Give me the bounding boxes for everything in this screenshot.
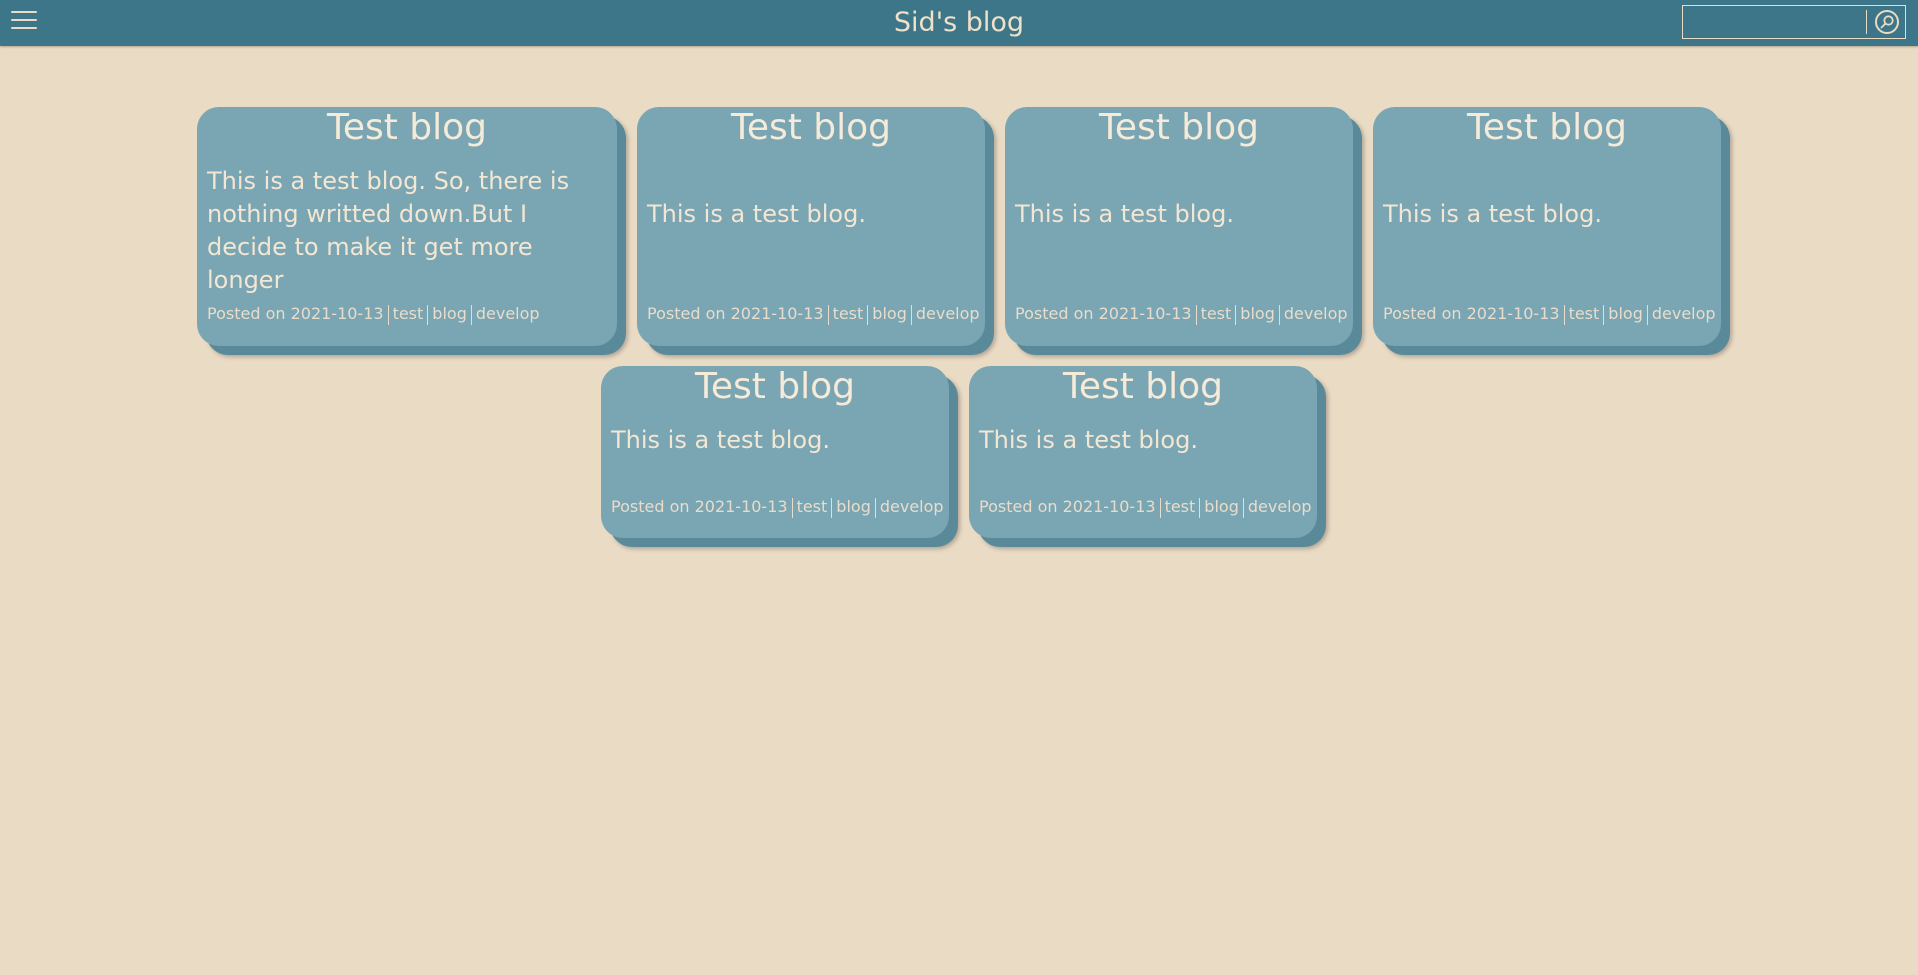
- post-card[interactable]: Test blog This is a test blog. Posted on…: [969, 366, 1317, 538]
- post-excerpt: This is a test blog.: [647, 200, 866, 228]
- tag-link[interactable]: blog: [432, 304, 467, 323]
- post-meta: Posted on 2021-10-13 test blog develop: [1383, 304, 1716, 325]
- post-card[interactable]: Test blog This is a test blog. Posted on…: [601, 366, 949, 538]
- post-title[interactable]: Test blog: [1383, 107, 1711, 149]
- post-title[interactable]: Test blog: [979, 366, 1307, 408]
- post-excerpt: This is a test blog.: [1383, 200, 1602, 228]
- tag-link[interactable]: develop: [916, 304, 980, 323]
- post-date: Posted on 2021-10-13: [1015, 304, 1192, 323]
- post-date: Posted on 2021-10-13: [1383, 304, 1560, 323]
- post-date: Posted on 2021-10-13: [611, 497, 788, 516]
- post-meta: Posted on 2021-10-13 test blog develop: [611, 497, 944, 518]
- tag-link[interactable]: develop: [1652, 304, 1716, 323]
- tag-link[interactable]: test: [1201, 304, 1232, 323]
- tag-link[interactable]: develop: [880, 497, 944, 516]
- post-card[interactable]: Test blog This is a test blog. Posted on…: [1373, 107, 1721, 346]
- tag-link[interactable]: develop: [476, 304, 540, 323]
- tag-link[interactable]: blog: [1204, 497, 1239, 516]
- tag-link[interactable]: develop: [1248, 497, 1312, 516]
- tag-link[interactable]: test: [1165, 497, 1196, 516]
- tag-link[interactable]: test: [833, 304, 864, 323]
- post-meta: Posted on 2021-10-13 test blog develop: [1015, 304, 1348, 325]
- tag-link[interactable]: develop: [1284, 304, 1348, 323]
- post-card[interactable]: Test blog This is a test blog. Posted on…: [637, 107, 985, 346]
- post-meta: Posted on 2021-10-13 test blog develop: [207, 304, 540, 325]
- post-card[interactable]: Test blog This is a test blog. Posted on…: [1005, 107, 1353, 346]
- tag-link[interactable]: blog: [836, 497, 871, 516]
- post-meta: Posted on 2021-10-13 test blog develop: [647, 304, 980, 325]
- post-meta: Posted on 2021-10-13 test blog develop: [979, 497, 1312, 518]
- post-excerpt: This is a test blog. So, there is nothin…: [207, 167, 570, 294]
- post-card[interactable]: Test blog This is a test blog. So, there…: [197, 107, 617, 346]
- post-title[interactable]: Test blog: [207, 107, 607, 149]
- tag-link[interactable]: test: [393, 304, 424, 323]
- tag-link[interactable]: blog: [872, 304, 907, 323]
- tag-link[interactable]: test: [797, 497, 828, 516]
- post-excerpt: This is a test blog.: [1015, 200, 1234, 228]
- post-date: Posted on 2021-10-13: [207, 304, 384, 323]
- post-title[interactable]: Test blog: [647, 107, 975, 149]
- post-excerpt: This is a test blog.: [979, 426, 1198, 454]
- post-date: Posted on 2021-10-13: [979, 497, 1156, 516]
- post-title[interactable]: Test blog: [611, 366, 939, 408]
- tag-link[interactable]: test: [1569, 304, 1600, 323]
- post-excerpt: This is a test blog.: [611, 426, 830, 454]
- post-title[interactable]: Test blog: [1015, 107, 1343, 149]
- tag-link[interactable]: blog: [1608, 304, 1643, 323]
- tag-link[interactable]: blog: [1240, 304, 1275, 323]
- post-grid: Test blog This is a test blog. So, there…: [0, 0, 1918, 975]
- post-date: Posted on 2021-10-13: [647, 304, 824, 323]
